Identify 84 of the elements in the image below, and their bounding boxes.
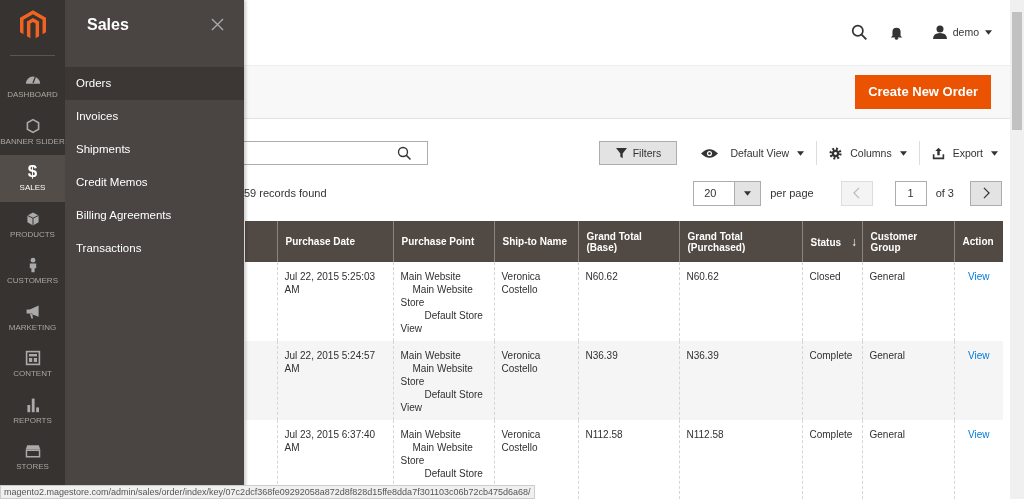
table-cell: N36.39 bbox=[578, 341, 679, 420]
table-cell-text: Default Store View bbox=[400, 309, 484, 335]
table-cell-text: Main Website Store bbox=[400, 362, 474, 388]
search-icon[interactable] bbox=[850, 23, 868, 41]
nav-item[interactable]: CONTENT bbox=[0, 341, 65, 388]
column-header[interactable]: Purchase Point bbox=[393, 221, 494, 262]
nav-item[interactable]: DASHBOARD bbox=[0, 62, 65, 109]
column-header[interactable]: Purchase Date bbox=[277, 221, 393, 262]
scrollbar[interactable] bbox=[1010, 0, 1024, 499]
table-cell-text: Main Website Store bbox=[400, 283, 474, 309]
caret-icon bbox=[744, 190, 752, 196]
table-cell: N36.39 bbox=[679, 341, 802, 420]
table-cell-text: Default Store bbox=[423, 467, 484, 480]
hexagon-icon bbox=[24, 117, 41, 134]
column-header[interactable]: Grand Total (Purchased) bbox=[679, 221, 802, 262]
box-icon bbox=[24, 210, 41, 227]
table-cell: Complete bbox=[802, 341, 862, 420]
table-cell: Complete bbox=[802, 420, 862, 499]
nav-item[interactable]: BANNER SLIDER bbox=[0, 108, 65, 155]
close-icon[interactable] bbox=[211, 18, 224, 31]
chevron-right-icon bbox=[982, 187, 990, 200]
nav-item[interactable]: REPORTS bbox=[0, 387, 65, 434]
caret-icon bbox=[899, 150, 907, 156]
column-header[interactable]: Customer Group bbox=[862, 221, 954, 262]
chevron-left-icon bbox=[853, 187, 861, 200]
caret-icon bbox=[797, 150, 805, 156]
bar-chart-icon bbox=[24, 396, 41, 413]
caret-icon[interactable] bbox=[985, 29, 992, 35]
status-url: magento2.magestore.com/admin/sales/order/index/key/07c2dcf368fe09292058a872d8f828d15ffe8dda7f301103c06b72cb475d6a68/ bbox=[0, 485, 535, 499]
view-link[interactable]: View bbox=[968, 350, 990, 361]
page-number-field[interactable]: 1 bbox=[894, 180, 927, 206]
table-cell-text: Main Website bbox=[400, 349, 462, 362]
table-cell-text: Main Website bbox=[400, 428, 462, 441]
user-icon[interactable] bbox=[932, 25, 947, 40]
layout-icon bbox=[24, 350, 41, 367]
table-cell: General bbox=[862, 420, 954, 499]
view-dropdown[interactable]: Default View bbox=[697, 147, 809, 160]
nav-item[interactable]: PRODUCTS bbox=[0, 201, 65, 248]
eye-icon bbox=[701, 147, 719, 159]
logo-icon[interactable] bbox=[19, 10, 46, 40]
view-link[interactable]: View bbox=[968, 271, 990, 282]
store-icon bbox=[24, 443, 41, 460]
filters-button[interactable]: Filters bbox=[599, 141, 678, 166]
submenu-item[interactable]: Billing Agreements bbox=[65, 199, 244, 232]
records-count: 59 records found bbox=[244, 187, 327, 200]
nav-item[interactable]: $ SALES bbox=[0, 155, 65, 202]
nav-item[interactable]: STORES bbox=[0, 434, 65, 481]
table-cell-text: Default Store View bbox=[400, 388, 484, 414]
table-cell-text: Main Website Store bbox=[400, 441, 474, 467]
submenu-item[interactable]: Invoices bbox=[65, 100, 244, 133]
column-header[interactable]: Grand Total (Base) bbox=[578, 221, 679, 262]
search-field[interactable] bbox=[244, 141, 428, 166]
table-cell: General bbox=[862, 341, 954, 420]
table-cell-text: Main Website bbox=[400, 270, 462, 283]
menu-title: Sales bbox=[87, 15, 129, 35]
table-cell: N112.58 bbox=[578, 420, 679, 499]
caret-icon bbox=[991, 150, 998, 156]
search-icon[interactable] bbox=[397, 145, 412, 161]
view-link[interactable]: View bbox=[968, 429, 990, 440]
columns-dropdown[interactable]: Columns bbox=[825, 146, 911, 160]
submenu-item[interactable]: Orders bbox=[65, 67, 244, 100]
upload-icon bbox=[931, 146, 945, 160]
column-header[interactable]: Action bbox=[954, 221, 1003, 262]
submenu-item[interactable]: Shipments bbox=[65, 133, 244, 166]
funnel-icon bbox=[615, 147, 627, 159]
table-cell: Jul 22, 2015 5:24:57 AM bbox=[277, 341, 393, 420]
gear-icon bbox=[829, 146, 843, 160]
per-page-label: per page bbox=[770, 187, 814, 200]
submenu-item[interactable]: Credit Memos bbox=[65, 166, 244, 199]
megaphone-icon bbox=[24, 303, 41, 320]
nav-item[interactable]: MARKETING bbox=[0, 294, 65, 341]
create-order-button[interactable]: Create New Order bbox=[855, 74, 991, 109]
column-header[interactable]: Ship-to Name bbox=[494, 221, 578, 262]
export-dropdown[interactable]: Export bbox=[927, 146, 1002, 160]
page-count: of 3 bbox=[935, 187, 954, 200]
next-page-button[interactable] bbox=[970, 180, 1002, 206]
per-page-select[interactable]: 20 bbox=[693, 180, 762, 206]
submenu-item[interactable]: Transactions bbox=[65, 232, 244, 265]
column-header[interactable]: Status ↓ bbox=[802, 221, 862, 262]
user-menu[interactable]: demo bbox=[952, 26, 979, 39]
table-cell: Veronica Costello bbox=[494, 341, 578, 420]
dollar-icon: $ bbox=[27, 164, 38, 181]
nav-item[interactable]: CUSTOMERS bbox=[0, 248, 65, 295]
table-cell: N112.58 bbox=[679, 420, 802, 499]
